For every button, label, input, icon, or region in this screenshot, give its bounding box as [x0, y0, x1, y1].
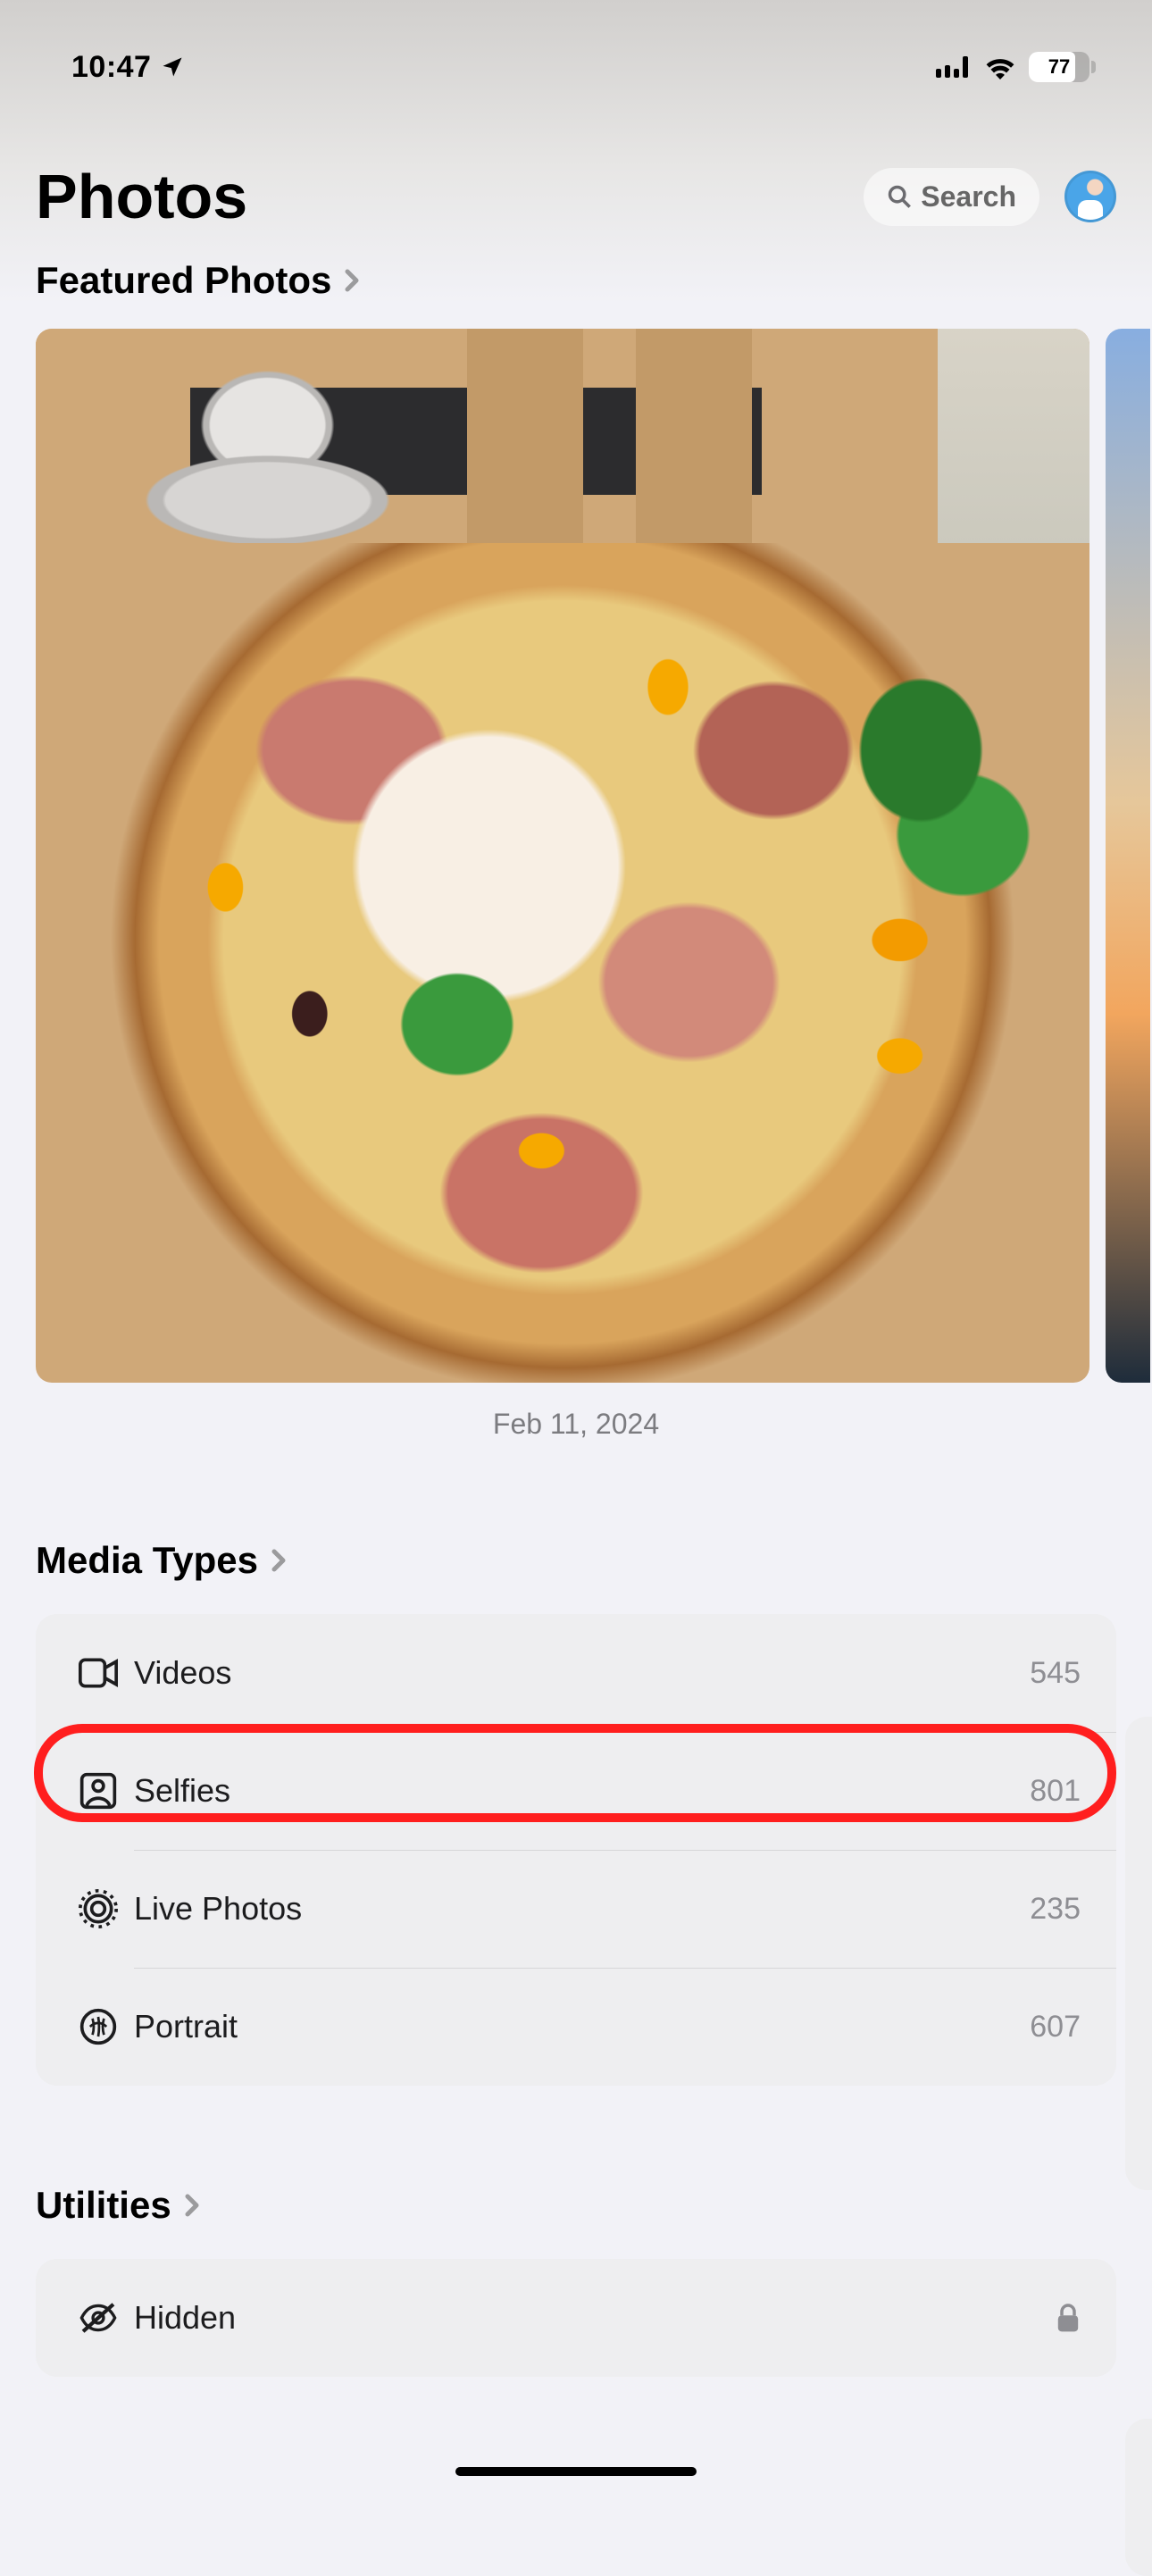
cellular-signal-icon [936, 54, 972, 79]
utility-hidden[interactable]: Hidden [36, 2259, 1116, 2377]
status-right: 77 [936, 52, 1089, 82]
title-row: Photos Search [0, 116, 1152, 232]
utilities-card-peek [1125, 2419, 1152, 2576]
status-bar: 10:47 77 [0, 0, 1152, 116]
media-types-header[interactable]: Media Types [0, 1441, 1152, 1600]
home-indicator[interactable] [455, 2467, 697, 2476]
media-type-portrait[interactable]: Portrait 607 [36, 1968, 1116, 2086]
live-photo-icon [79, 1889, 118, 1928]
media-type-live-photos[interactable]: Live Photos 235 [36, 1850, 1116, 1968]
chevron-right-icon [338, 267, 365, 294]
media-type-count: 235 [1030, 1892, 1081, 1927]
utilities-list: Hidden [36, 2259, 1116, 2377]
featured-photos-header[interactable]: Featured Photos [0, 232, 1152, 320]
media-type-count: 545 [1030, 1656, 1081, 1691]
media-type-count: 607 [1030, 2010, 1081, 2045]
profile-avatar[interactable] [1064, 171, 1116, 222]
search-button[interactable]: Search [864, 168, 1039, 226]
media-type-label: Videos [134, 1654, 1030, 1692]
media-type-label: Live Photos [134, 1890, 1030, 1928]
featured-photos-title: Featured Photos [36, 259, 331, 302]
hidden-eye-slash-icon [79, 2298, 118, 2338]
featured-photo-peek[interactable] [1106, 329, 1150, 1383]
media-type-videos[interactable]: Videos 545 [36, 1614, 1116, 1732]
media-type-selfies[interactable]: Selfies 801 [36, 1732, 1116, 1850]
featured-photo-card[interactable] [36, 329, 1089, 1383]
battery-percentage: 77 [1048, 55, 1070, 79]
search-icon [887, 184, 912, 209]
media-type-label: Portrait [134, 2008, 1030, 2045]
status-time: 10:47 [71, 50, 151, 85]
media-type-count: 801 [1030, 1774, 1081, 1809]
page-title: Photos [36, 161, 247, 232]
featured-carousel[interactable] [0, 320, 1152, 1383]
utility-label: Hidden [134, 2299, 1056, 2337]
battery-indicator: 77 [1029, 52, 1089, 82]
lock-icon [1056, 2303, 1081, 2333]
utilities-title: Utilities [36, 2184, 171, 2227]
selfie-icon [79, 1771, 118, 1811]
wifi-icon [984, 54, 1016, 79]
location-services-icon [160, 54, 185, 79]
chevron-right-icon [179, 2192, 205, 2219]
status-left: 10:47 [71, 50, 185, 85]
media-types-list: Videos 545 Selfies 801 Live Photos 235 P… [36, 1614, 1116, 2086]
utilities-header[interactable]: Utilities [0, 2086, 1152, 2245]
media-types-title: Media Types [36, 1539, 258, 1582]
chevron-right-icon [265, 1547, 292, 1574]
video-icon [79, 1653, 118, 1693]
media-type-label: Selfies [134, 1772, 1030, 1810]
portrait-aperture-icon [79, 2007, 118, 2046]
featured-photo-date: Feb 11, 2024 [0, 1383, 1152, 1441]
search-label: Search [921, 180, 1016, 213]
